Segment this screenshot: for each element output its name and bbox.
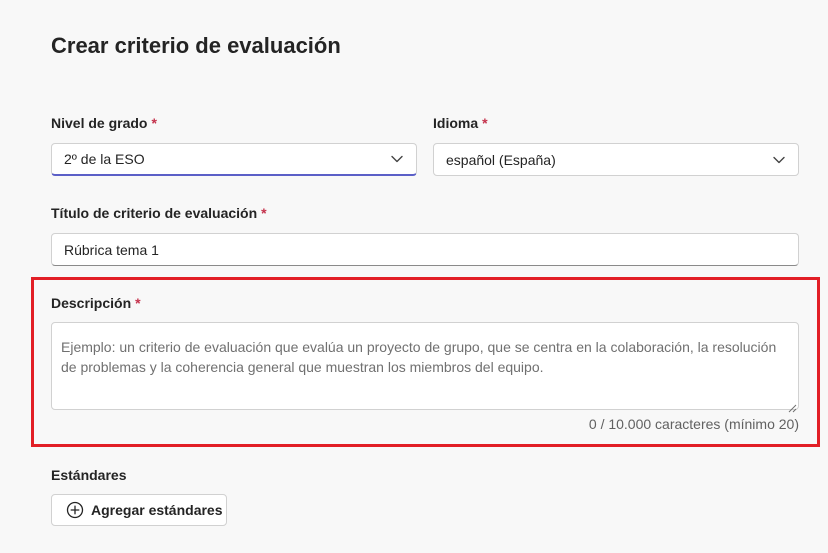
description-label-text: Descripción	[51, 295, 132, 311]
create-rubric-page: Crear criterio de evaluación Nivel de gr…	[0, 0, 828, 553]
plus-circle-icon	[66, 501, 84, 519]
language-label-text: Idioma	[433, 115, 479, 131]
description-label: Descripción *	[51, 295, 141, 311]
required-mark: *	[482, 115, 488, 131]
required-mark: *	[135, 295, 141, 311]
grade-level-label-text: Nivel de grado	[51, 115, 148, 131]
rubric-title-value: Rúbrica tema 1	[64, 241, 159, 258]
grade-level-dropdown[interactable]: 2º de la ESO	[51, 143, 417, 176]
character-counter: 0 / 10.000 caracteres (mínimo 20)	[588, 416, 799, 432]
grade-level-value: 2º de la ESO	[64, 151, 145, 167]
rubric-title-label-text: Título de criterio de evaluación	[51, 205, 258, 221]
required-mark: *	[151, 115, 157, 131]
page-title: Crear criterio de evaluación	[51, 33, 341, 58]
description-textarea[interactable]: Ejemplo: un criterio de evaluación que e…	[51, 322, 799, 413]
add-standards-label: Agregar estándares	[91, 502, 223, 518]
standards-label: Estándares	[51, 467, 127, 483]
grade-level-label: Nivel de grado *	[51, 115, 157, 131]
language-dropdown[interactable]: español (España)	[433, 143, 799, 176]
chevron-down-icon	[390, 152, 404, 166]
description-placeholder: Ejemplo: un criterio de evaluación que e…	[61, 339, 777, 375]
language-value: español (España)	[446, 151, 556, 168]
rubric-title-input[interactable]: Rúbrica tema 1	[51, 233, 799, 266]
language-label: Idioma *	[433, 115, 488, 131]
resize-grip-icon[interactable]	[787, 398, 797, 413]
required-mark: *	[261, 205, 267, 221]
add-standards-button[interactable]: Agregar estándares	[51, 494, 227, 526]
rubric-title-label: Título de criterio de evaluación *	[51, 205, 267, 221]
chevron-down-icon	[772, 153, 786, 167]
